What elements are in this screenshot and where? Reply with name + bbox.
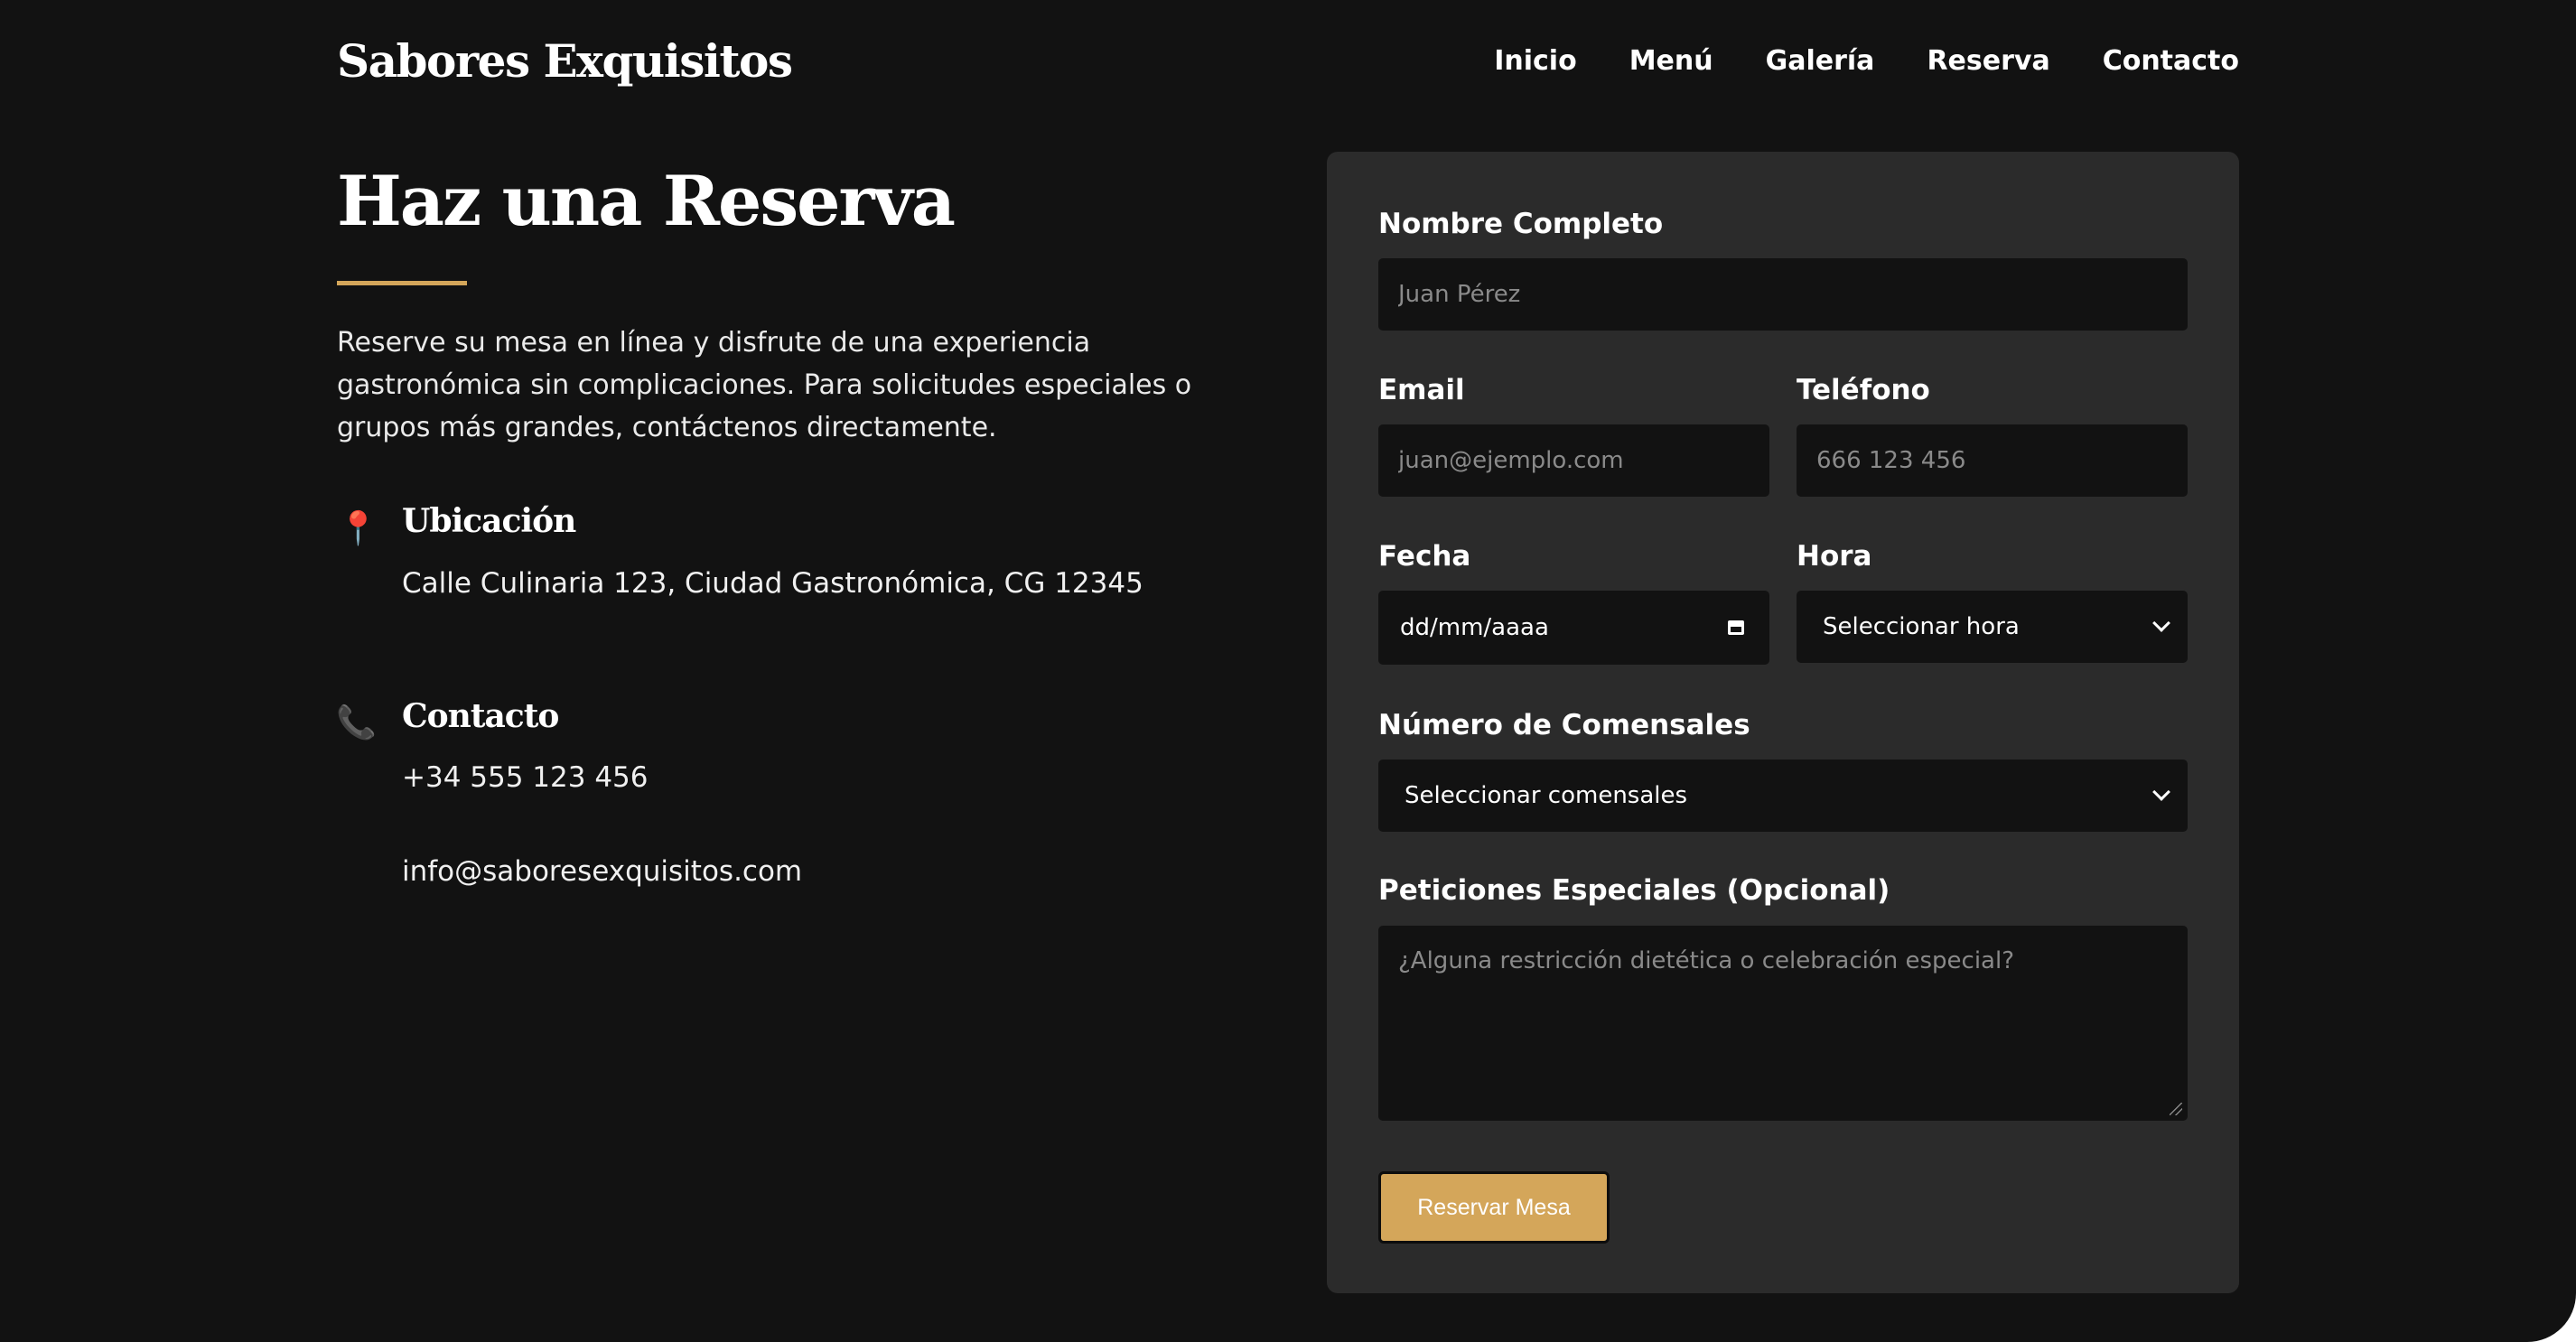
requests-textarea[interactable] (1378, 926, 2188, 1121)
main-nav: Inicio Menú Galería Reserva Contacto (1494, 45, 2239, 77)
requests-label: Peticiones Especiales (Opcional) (1378, 874, 1890, 907)
location-address: Calle Culinaria 123, Ciudad Gastronómica… (402, 567, 1143, 600)
nav-link-menu[interactable]: Menú (1629, 45, 1713, 77)
page-title: Haz una Reserva (337, 161, 956, 241)
chevron-down-icon (2152, 614, 2170, 632)
nav-link-contacto[interactable]: Contacto (2103, 45, 2239, 77)
time-select[interactable]: Seleccionar hora (1797, 591, 2188, 663)
email-input[interactable] (1378, 424, 1769, 497)
phone-icon: 📞 (336, 704, 377, 741)
phone-label: Teléfono (1797, 374, 1930, 406)
guests-label: Número de Comensales (1378, 709, 1750, 741)
pin-icon: 📍 (338, 510, 378, 547)
reserve-button[interactable]: Reservar Mesa (1378, 1171, 1610, 1244)
calendar-icon[interactable] (1728, 620, 1744, 635)
time-selected: Seleccionar hora (1823, 613, 2020, 640)
name-input[interactable] (1378, 258, 2188, 331)
brand-logo[interactable]: Sabores Exquisitos (337, 34, 793, 88)
email-label: Email (1378, 374, 1465, 406)
date-input[interactable]: dd/mm/aaaa (1378, 591, 1769, 665)
date-label: Fecha (1378, 540, 1471, 573)
chevron-down-icon (2152, 783, 2170, 801)
guests-select[interactable]: Seleccionar comensales (1378, 760, 2188, 832)
nav-link-inicio[interactable]: Inicio (1494, 45, 1576, 77)
resize-grip-icon[interactable] (2170, 1103, 2182, 1115)
reservation-page: Sabores Exquisitos Inicio Menú Galería R… (0, 0, 2576, 1342)
nav-link-galeria[interactable]: Galería (1766, 45, 1875, 77)
contact-email[interactable]: info@saboresexquisitos.com (402, 855, 802, 888)
phone-input[interactable] (1797, 424, 2188, 497)
name-label: Nombre Completo (1378, 208, 1664, 240)
time-label: Hora (1797, 540, 1872, 573)
nav-link-reserva[interactable]: Reserva (1927, 45, 2049, 77)
guests-selected: Seleccionar comensales (1405, 782, 1688, 809)
date-placeholder: dd/mm/aaaa (1400, 614, 1549, 641)
reservation-form: Nombre Completo Email Teléfono Fecha dd/… (1327, 152, 2239, 1293)
intro-text: Reserve su mesa en línea y disfrute de u… (337, 327, 1192, 443)
contact-phone[interactable]: +34 555 123 456 (402, 761, 649, 794)
contact-title: Contacto (402, 697, 559, 735)
title-underline (337, 281, 467, 285)
location-title: Ubicación (402, 502, 576, 540)
